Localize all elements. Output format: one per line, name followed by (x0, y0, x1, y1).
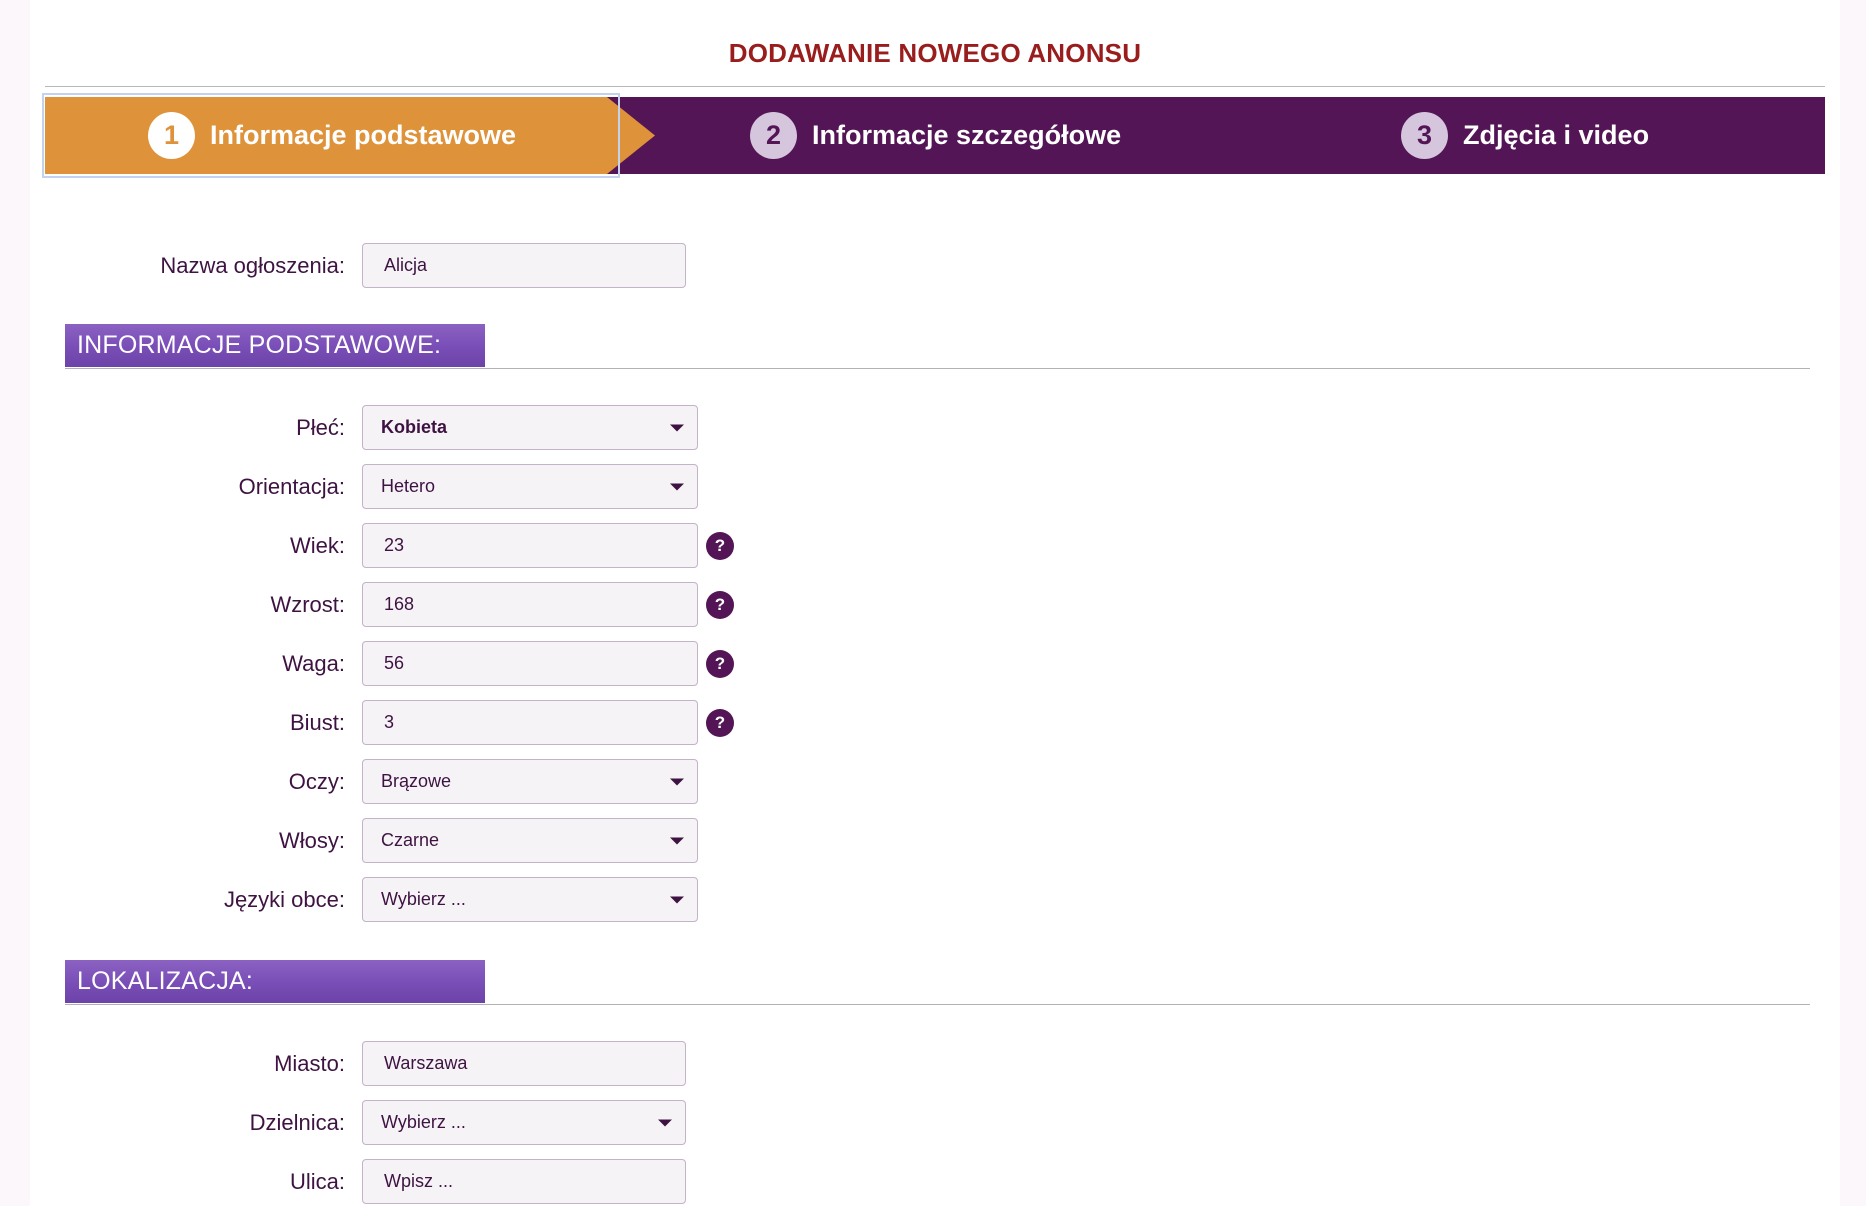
chevron-down-icon (670, 424, 684, 431)
weight-input[interactable]: 56 (362, 641, 698, 686)
help-icon[interactable]: ? (706, 708, 734, 737)
city-label: Miasto: (274, 1050, 345, 1076)
age-label: Wiek: (290, 532, 345, 558)
chevron-down-icon (658, 1119, 672, 1126)
ad-name-label: Nazwa ogłoszenia: (160, 252, 345, 278)
eyes-label: Oczy: (288, 768, 345, 794)
step-number: 1 (148, 112, 195, 159)
street-input[interactable]: Wpisz ... (362, 1159, 686, 1204)
weight-label: Waga: (282, 650, 345, 676)
gender-select[interactable]: Kobieta (362, 405, 698, 450)
eyes-value: Brązowe (381, 771, 452, 791)
bust-row: Biust: 3 ? (30, 700, 750, 745)
step-label: Informacje podstawowe (210, 120, 517, 150)
title-divider (45, 86, 1825, 87)
bust-input[interactable]: 3 (362, 700, 698, 745)
chevron-down-icon (670, 778, 684, 785)
step-number: 2 (750, 112, 797, 159)
section-basic-info: INFORMACJE PODSTAWOWE: (65, 324, 1810, 369)
eyes-row: Oczy: Brązowe (30, 759, 750, 804)
chevron-down-icon (670, 896, 684, 903)
gender-label: Płeć: (296, 414, 345, 440)
street-row: Ulica: Wpisz ... (30, 1159, 730, 1204)
languages-label: Języki obce: (223, 886, 345, 912)
chevron-down-icon (670, 483, 684, 490)
weight-row: Waga: 56 ? (30, 641, 750, 686)
help-icon[interactable]: ? (706, 649, 734, 678)
district-row: Dzielnica: Wybierz ... (30, 1100, 730, 1145)
street-label: Ulica: (289, 1168, 345, 1194)
form-page: DODAWANIE NOWEGO ANONSU 1 Informacje pod… (30, 0, 1840, 1206)
section-title: LOKALIZACJA: (65, 960, 485, 1003)
step-basic-info[interactable]: 1 Informacje podstawowe (45, 97, 655, 174)
ad-name-row: Nazwa ogłoszenia: Alicja (30, 243, 730, 288)
hair-select[interactable]: Czarne (362, 818, 698, 863)
chevron-down-icon (670, 837, 684, 844)
district-select[interactable]: Wybierz ... (362, 1100, 686, 1145)
languages-select[interactable]: Wybierz ... (362, 877, 698, 922)
age-row: Wiek: 23 ? (30, 523, 750, 568)
hair-label: Włosy: (279, 827, 345, 853)
gender-row: Płeć: Kobieta (30, 405, 750, 450)
help-icon[interactable]: ? (706, 590, 734, 619)
eyes-select[interactable]: Brązowe (362, 759, 698, 804)
hair-row: Włosy: Czarne (30, 818, 750, 863)
orientation-value: Hetero (381, 476, 436, 496)
ad-name-input[interactable]: Alicja (362, 243, 686, 288)
step-label: Zdjęcia i video (1463, 120, 1650, 150)
step-number: 3 (1401, 112, 1448, 159)
wizard-stepper: 1 Informacje podstawowe 2 Informacje szc… (45, 97, 1825, 174)
hair-value: Czarne (381, 830, 440, 850)
district-value: Wybierz ... (381, 1112, 466, 1132)
step-label: Informacje szczegółowe (812, 120, 1122, 150)
height-row: Wzrost: 168 ? (30, 582, 750, 627)
bust-label: Biust: (289, 709, 345, 735)
orientation-row: Orientacja: Hetero (30, 464, 750, 509)
languages-row: Języki obce: Wybierz ... (30, 877, 750, 922)
height-label: Wzrost: (270, 591, 345, 617)
languages-value: Wybierz ... (381, 889, 466, 909)
gender-value: Kobieta (381, 417, 448, 437)
orientation-label: Orientacja: (238, 473, 345, 499)
city-input[interactable]: Warszawa (362, 1041, 686, 1086)
section-location: LOKALIZACJA: (65, 960, 1810, 1005)
step-detailed-info[interactable]: 2 Informacje szczegółowe (750, 97, 1121, 174)
help-icon[interactable]: ? (706, 531, 734, 560)
district-label: Dzielnica: (249, 1109, 345, 1135)
age-input[interactable]: 23 (362, 523, 698, 568)
step-photos-video[interactable]: 3 Zdjęcia i video (1401, 97, 1649, 174)
section-title: INFORMACJE PODSTAWOWE: (65, 324, 485, 367)
height-input[interactable]: 168 (362, 582, 698, 627)
page-title: DODAWANIE NOWEGO ANONSU (728, 38, 1142, 68)
city-row: Miasto: Warszawa (30, 1041, 730, 1086)
orientation-select[interactable]: Hetero (362, 464, 698, 509)
